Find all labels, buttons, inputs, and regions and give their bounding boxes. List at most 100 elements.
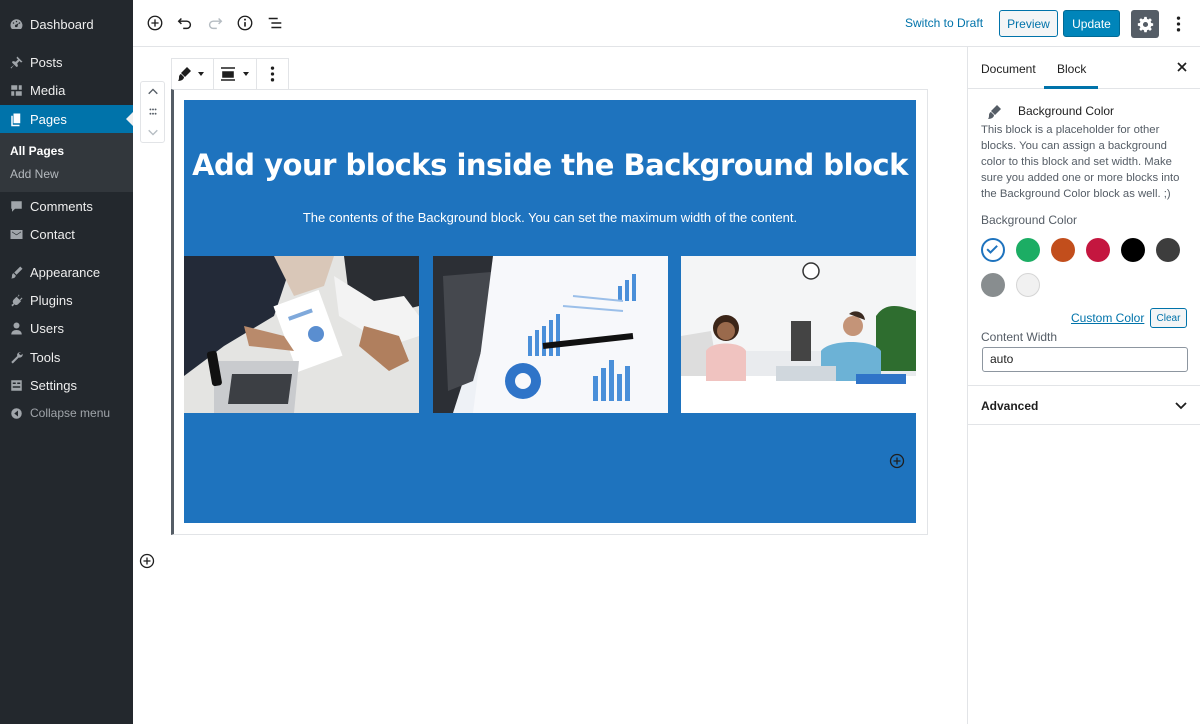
paint-brush-icon (178, 67, 205, 81)
menu-label: Posts (30, 54, 63, 70)
menu-item-settings[interactable]: Settings (0, 371, 133, 399)
block-title: Background Color (1018, 104, 1115, 118)
menu-label: Settings (30, 377, 77, 393)
plugin-icon (0, 293, 30, 308)
media-icon (0, 83, 30, 98)
chevron-down-icon[interactable] (1174, 398, 1188, 412)
chevron-down-icon (147, 129, 158, 136)
swatch-orange[interactable] (1051, 238, 1075, 262)
more-menu-button[interactable] (1170, 13, 1186, 35)
submenu-add-new[interactable]: Add New (10, 167, 59, 181)
add-inner-block-button[interactable] (889, 453, 905, 469)
more-vertical-icon (270, 66, 275, 82)
more-vertical-icon (1176, 16, 1180, 32)
block-toolbar (171, 58, 289, 90)
editor-toolbar: Switch to Draft Preview Update (133, 0, 1200, 47)
tab-block[interactable]: Block (1057, 62, 1086, 76)
image-office-people[interactable] (681, 256, 916, 413)
mail-icon (0, 227, 30, 242)
align-center-icon (220, 67, 249, 81)
swatch-blue-selected[interactable] (981, 238, 1005, 262)
swatch-green[interactable] (1016, 238, 1040, 262)
drag-handle-icon (148, 108, 157, 115)
menu-item-users[interactable]: Users (0, 314, 133, 342)
collapse-menu[interactable]: Collapse menu (0, 399, 133, 427)
dashboard-icon (0, 17, 30, 32)
gear-icon (1137, 16, 1153, 32)
wrench-icon (0, 350, 30, 365)
comments-icon (0, 199, 30, 214)
active-tab-indicator (1044, 86, 1098, 89)
swatch-gray[interactable] (981, 273, 1005, 297)
menu-label: Pages (30, 111, 67, 127)
menu-item-comments[interactable]: Comments (0, 192, 133, 220)
menu-label: Appearance (30, 264, 101, 280)
menu-label: Tools (30, 349, 61, 365)
menu-item-contact[interactable]: Contact (0, 220, 133, 248)
chevron-up-icon (147, 88, 158, 95)
add-block-below-button[interactable] (139, 553, 155, 569)
menu-item-media[interactable]: Media (0, 76, 133, 104)
switch-to-draft-link[interactable]: Switch to Draft (905, 16, 983, 30)
menu-item-dashboard[interactable]: Dashboard (0, 10, 133, 38)
pin-icon (0, 55, 30, 70)
image-business-meeting[interactable] (184, 256, 419, 413)
collapse-icon (0, 406, 30, 421)
block-paragraph[interactable]: The contents of the Background block. Yo… (184, 210, 916, 225)
panel-divider (968, 385, 1200, 386)
submenu-all-pages[interactable]: All Pages (10, 144, 64, 158)
background-color-label: Background Color (981, 213, 1078, 227)
move-down-button[interactable] (141, 122, 164, 142)
collapse-label: Collapse menu (30, 406, 111, 420)
menu-item-appearance[interactable]: Appearance (0, 258, 133, 286)
redo-icon[interactable] (205, 13, 225, 33)
image-charts-laptop[interactable] (433, 256, 668, 413)
tab-document[interactable]: Document (981, 62, 1036, 76)
block-heading[interactable]: Add your blocks inside the Background bl… (184, 148, 916, 182)
menu-item-pages[interactable]: Pages (0, 105, 133, 133)
menu-label: Users (30, 320, 64, 336)
swatch-dark-gray[interactable] (1156, 238, 1180, 262)
swatch-light-gray[interactable] (1016, 273, 1040, 297)
admin-sidebar: Dashboard Posts Media Pages All Pages Ad… (0, 0, 133, 724)
add-circle-icon (139, 553, 155, 569)
menu-item-tools[interactable]: Tools (0, 343, 133, 371)
content-width-input[interactable]: auto (982, 347, 1188, 372)
undo-icon[interactable] (175, 13, 195, 33)
panel-divider (968, 424, 1200, 425)
settings-button[interactable] (1131, 10, 1159, 38)
preview-button[interactable]: Preview (999, 10, 1058, 37)
settings-sidebar: Document Block Background Color This blo… (967, 47, 1200, 724)
pages-submenu: All Pages Add New (0, 133, 133, 192)
business-meeting-image (184, 256, 419, 413)
menu-label: Dashboard (30, 16, 94, 32)
alignment-dropdown[interactable] (214, 59, 258, 89)
update-button[interactable]: Update (1063, 10, 1120, 37)
menu-label: Comments (30, 198, 93, 214)
block-navigation-icon[interactable] (265, 13, 285, 33)
move-up-button[interactable] (141, 82, 164, 102)
menu-item-posts[interactable]: Posts (0, 48, 133, 76)
check-icon (986, 245, 998, 254)
settings-icon (0, 378, 30, 393)
add-circle-icon (889, 453, 905, 469)
add-block-icon[interactable] (145, 13, 165, 33)
clear-color-button[interactable]: Clear (1150, 308, 1187, 328)
swatch-black[interactable] (1121, 238, 1145, 262)
sidebar-tabs: Document Block (968, 47, 1200, 89)
background-color-block[interactable]: Add your blocks inside the Background bl… (184, 100, 916, 523)
close-sidebar-button[interactable] (1175, 60, 1189, 74)
swatch-red[interactable] (1086, 238, 1110, 262)
block-more-options[interactable] (257, 59, 288, 89)
menu-label: Media (30, 82, 66, 98)
charts-laptop-image (433, 256, 668, 413)
menu-item-plugins[interactable]: Plugins (0, 286, 133, 314)
advanced-panel-toggle[interactable]: Advanced (981, 399, 1038, 413)
menu-label: Contact (30, 226, 75, 242)
drag-handle[interactable] (141, 102, 164, 122)
paint-brush-icon (986, 103, 1004, 121)
custom-color-link[interactable]: Custom Color (1071, 311, 1144, 325)
users-icon (0, 321, 30, 336)
info-icon[interactable] (235, 13, 255, 33)
block-type-switcher[interactable] (172, 59, 214, 89)
